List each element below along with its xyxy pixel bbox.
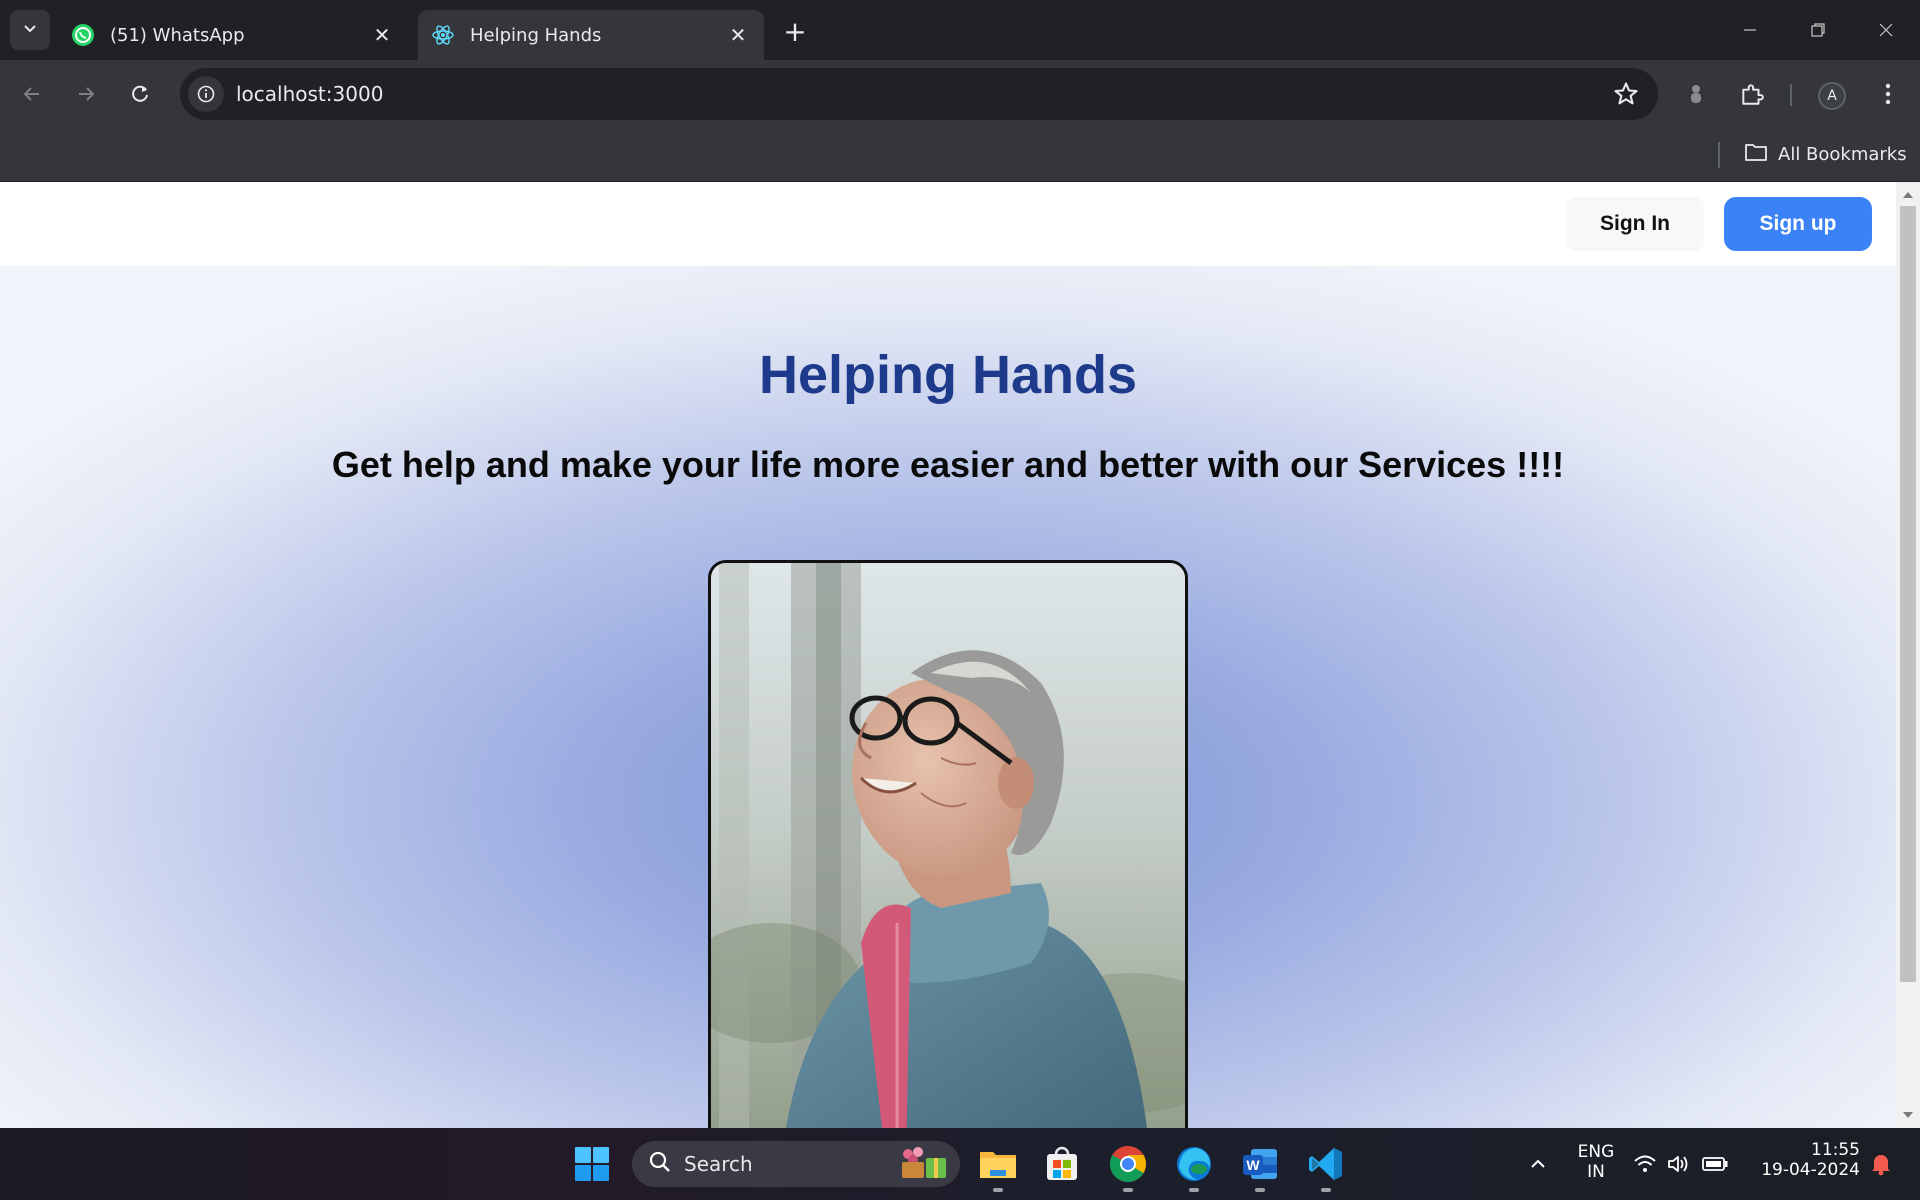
running-indicator <box>1255 1188 1265 1192</box>
hero-title: Helping Hands <box>758 345 1138 405</box>
hero-subtitle: Get help and make your life more easier … <box>331 444 1565 485</box>
wifi-icon[interactable] <box>1630 1142 1660 1186</box>
chevron-down-icon <box>22 20 38 40</box>
vscode-icon[interactable] <box>1304 1142 1348 1186</box>
region-code: IN <box>1587 1162 1605 1182</box>
search-icon <box>648 1150 672 1178</box>
site-info-icon[interactable] <box>188 76 224 112</box>
sign-up-button[interactable]: Sign up <box>1724 197 1872 251</box>
scrollbar-thumb[interactable] <box>1900 206 1916 982</box>
edge-icon[interactable] <box>1172 1142 1216 1186</box>
clock[interactable]: 11:55 19-04-2024 <box>1752 1140 1860 1180</box>
new-tab-button[interactable]: + <box>778 14 812 48</box>
battery-icon[interactable] <box>1698 1142 1732 1186</box>
whatsapp-icon <box>70 22 96 48</box>
address-bar[interactable]: localhost:3000 <box>180 68 1658 120</box>
taskbar-search-box[interactable]: Search <box>632 1141 960 1187</box>
minimize-icon[interactable] <box>1716 0 1784 60</box>
scroll-down-icon[interactable] <box>1902 1110 1914 1120</box>
scroll-up-icon[interactable] <box>1902 190 1914 200</box>
forward-arrow-icon[interactable] <box>68 76 104 112</box>
back-arrow-icon[interactable] <box>14 76 50 112</box>
windows-taskbar: Search W ENG IN 11:55 19-04-2024 <box>0 1128 1920 1200</box>
browser-chrome: (51) WhatsApp ✕ Helping Hands ✕ + localh… <box>0 0 1920 182</box>
search-placeholder: Search <box>684 1152 753 1176</box>
all-bookmarks-label: All Bookmarks <box>1778 143 1907 165</box>
profile-avatar[interactable]: A <box>1818 82 1846 110</box>
bookmarks-separator <box>1718 142 1720 168</box>
browser-toolbar: localhost:3000 A <box>0 60 1920 128</box>
language-code: ENG <box>1577 1142 1615 1162</box>
sign-in-button[interactable]: Sign In <box>1566 197 1704 251</box>
running-indicator <box>1123 1188 1133 1192</box>
chevron-up-icon[interactable] <box>1516 1142 1560 1186</box>
more-menu-icon[interactable] <box>1872 78 1904 110</box>
volume-icon[interactable] <box>1664 1142 1694 1186</box>
file-explorer-icon[interactable] <box>976 1142 1020 1186</box>
running-indicator <box>1321 1188 1331 1192</box>
bookmarks-bar: All Bookmarks <box>0 128 1920 182</box>
word-icon[interactable]: W <box>1238 1142 1282 1186</box>
extensions-puzzle-icon[interactable] <box>1736 78 1768 110</box>
close-window-icon[interactable] <box>1852 0 1920 60</box>
notification-bell-icon[interactable] <box>1866 1142 1896 1186</box>
tab-title: (51) WhatsApp <box>110 24 245 46</box>
clock-date: 19-04-2024 <box>1761 1160 1860 1180</box>
language-indicator[interactable]: ENG IN <box>1574 1142 1618 1182</box>
search-highlight-gift-icon <box>896 1144 950 1184</box>
react-icon <box>430 22 456 48</box>
tab-title: Helping Hands <box>470 24 602 46</box>
toolbar-separator <box>1790 84 1792 106</box>
restore-icon[interactable] <box>1784 0 1852 60</box>
close-icon[interactable]: ✕ <box>368 21 396 49</box>
tab-search-button[interactable] <box>10 10 50 50</box>
all-bookmarks-button[interactable]: All Bookmarks <box>1744 140 1907 168</box>
running-indicator <box>1189 1188 1199 1192</box>
bookmark-star-icon[interactable] <box>1612 80 1640 108</box>
svg-text:W: W <box>1246 1157 1260 1173</box>
running-indicator <box>993 1188 1003 1192</box>
url-text[interactable]: localhost:3000 <box>236 82 383 106</box>
folder-icon <box>1744 142 1778 167</box>
tab-helping-hands[interactable]: Helping Hands ✕ <box>418 10 764 60</box>
page-viewport: Sign In Sign up Helping Hands Get help a… <box>0 182 1896 1128</box>
hero-section: Helping Hands Get help and make your lif… <box>0 266 1896 1128</box>
tab-strip: (51) WhatsApp ✕ Helping Hands ✕ + <box>0 0 1920 60</box>
page-scrollbar[interactable] <box>1896 182 1920 1128</box>
windows-start-icon[interactable] <box>570 1142 614 1186</box>
close-icon[interactable]: ✕ <box>724 21 752 49</box>
tab-whatsapp[interactable]: (51) WhatsApp ✕ <box>58 10 408 60</box>
clock-time: 11:55 <box>1811 1140 1860 1160</box>
site-navbar: Sign In Sign up <box>0 182 1896 266</box>
extension-puppet-icon[interactable] <box>1680 78 1712 110</box>
chrome-icon[interactable] <box>1106 1142 1150 1186</box>
elderly-woman-photo <box>711 563 1185 1128</box>
window-controls <box>1716 0 1920 60</box>
microsoft-store-icon[interactable] <box>1040 1142 1084 1186</box>
hero-photo <box>708 560 1188 1128</box>
reload-icon[interactable] <box>122 76 158 112</box>
